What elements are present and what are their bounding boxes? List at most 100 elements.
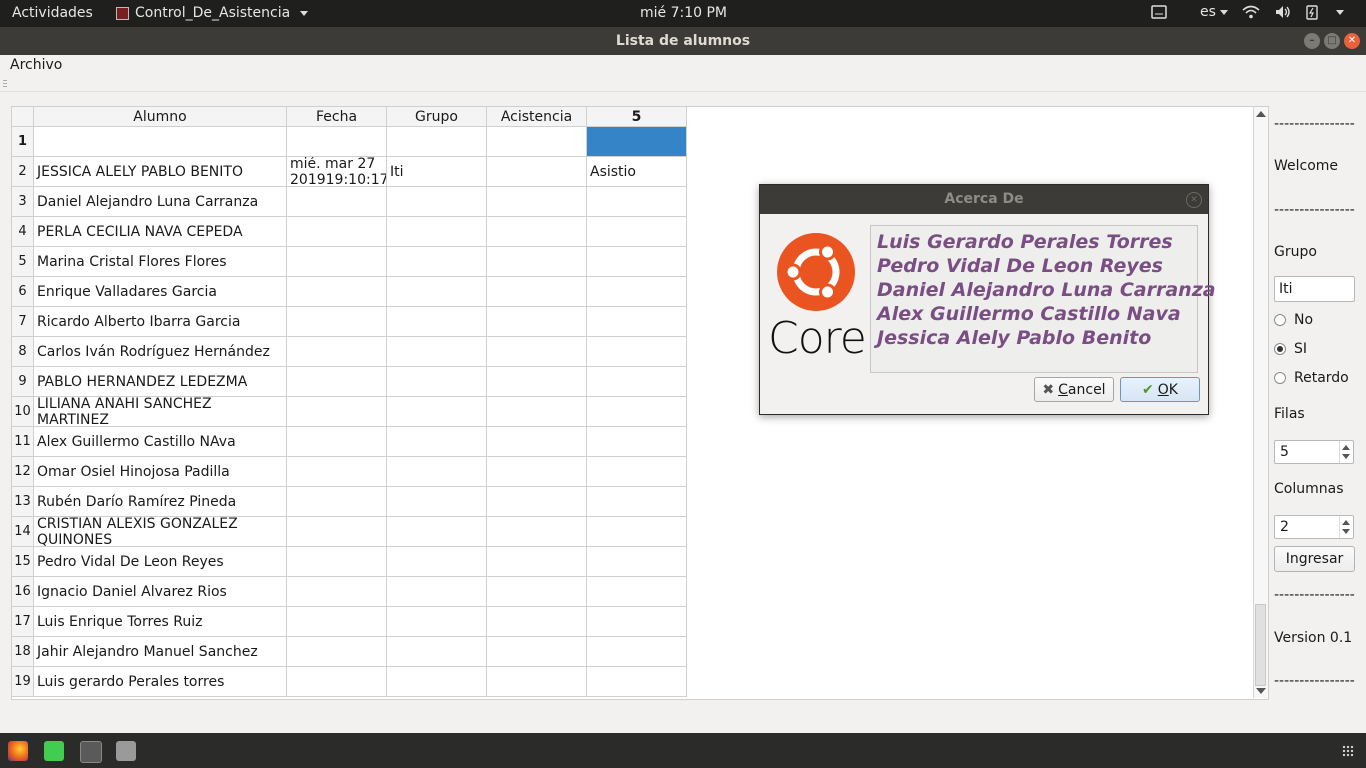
cell-fecha[interactable] bbox=[287, 307, 387, 337]
cell-grupo[interactable] bbox=[387, 217, 487, 247]
cell-fecha[interactable] bbox=[287, 487, 387, 517]
table-row[interactable]: 15 Pedro Vidal De Leon Reyes bbox=[12, 547, 688, 577]
row-header[interactable]: 13 bbox=[12, 487, 34, 517]
cell-fecha[interactable] bbox=[287, 367, 387, 397]
row-header[interactable]: 11 bbox=[12, 427, 34, 457]
cell-grupo[interactable] bbox=[387, 247, 487, 277]
radio-retardo[interactable]: Retardo bbox=[1274, 370, 1349, 386]
cell-acistencia[interactable] bbox=[487, 577, 587, 607]
table-row[interactable]: 9 PABLO HERNANDEZ LEDEZMA bbox=[12, 367, 688, 397]
cell-fecha[interactable] bbox=[287, 427, 387, 457]
qt-creator-icon[interactable] bbox=[44, 741, 64, 761]
row-header[interactable]: 18 bbox=[12, 637, 34, 667]
close-icon[interactable]: ✕ bbox=[1344, 33, 1360, 49]
header-fecha[interactable]: Fecha bbox=[287, 107, 387, 127]
cell-alumno[interactable] bbox=[34, 127, 287, 157]
scroll-down-icon[interactable] bbox=[1256, 688, 1266, 694]
system-menu-chevron-icon[interactable] bbox=[1335, 9, 1344, 15]
clock[interactable]: mié 7:10 PM bbox=[640, 5, 727, 21]
cell-alumno[interactable]: Marina Cristal Flores Flores bbox=[34, 247, 287, 277]
cell-acistencia[interactable] bbox=[487, 427, 587, 457]
grupo-input[interactable]: Iti bbox=[1274, 276, 1355, 302]
cell-alumno[interactable]: Omar Osiel Hinojosa Padilla bbox=[34, 457, 287, 487]
cell-grupo[interactable] bbox=[387, 607, 487, 637]
cell-fecha[interactable] bbox=[287, 547, 387, 577]
cell-col-5[interactable] bbox=[587, 307, 687, 337]
table-row[interactable]: 4 PERLA CECILIA NAVA CEPEDA bbox=[12, 217, 688, 247]
row-header[interactable]: 15 bbox=[12, 547, 34, 577]
app-menu[interactable]: Control_De_Asistencia bbox=[116, 5, 309, 21]
radio-si[interactable]: SI bbox=[1274, 341, 1307, 357]
cell-acistencia[interactable] bbox=[487, 337, 587, 367]
files-icon[interactable] bbox=[116, 741, 136, 761]
wifi-icon[interactable] bbox=[1242, 4, 1260, 20]
scroll-up-icon[interactable] bbox=[1256, 111, 1266, 117]
table-row[interactable]: 5 Marina Cristal Flores Flores bbox=[12, 247, 688, 277]
cell-grupo[interactable] bbox=[387, 487, 487, 517]
cell-alumno[interactable]: Ignacio Daniel Alvarez Rios bbox=[34, 577, 287, 607]
row-header[interactable]: 4 bbox=[12, 217, 34, 247]
cell-alumno[interactable]: Jahir Alejandro Manuel Sanchez bbox=[34, 637, 287, 667]
dialog-close-icon[interactable]: ✕ bbox=[1186, 192, 1202, 208]
cell-fecha[interactable] bbox=[287, 577, 387, 607]
cell-col-5[interactable] bbox=[587, 367, 687, 397]
minimize-icon[interactable]: – bbox=[1304, 33, 1320, 49]
cell-fecha[interactable] bbox=[287, 277, 387, 307]
cell-col-5[interactable] bbox=[587, 577, 687, 607]
cell-alumno[interactable]: Carlos Iván Rodríguez Hernández bbox=[34, 337, 287, 367]
spin-down-icon[interactable] bbox=[1342, 529, 1350, 534]
row-header[interactable]: 2 bbox=[12, 157, 34, 187]
radio-button[interactable] bbox=[1274, 372, 1286, 384]
table-corner[interactable] bbox=[12, 107, 34, 127]
row-header[interactable]: 3 bbox=[12, 187, 34, 217]
battery-icon[interactable] bbox=[1306, 4, 1318, 20]
row-header[interactable]: 6 bbox=[12, 277, 34, 307]
cell-col-5[interactable] bbox=[587, 397, 687, 427]
filas-spinbox[interactable]: 5 bbox=[1274, 440, 1354, 464]
cell-alumno[interactable]: Daniel Alejandro Luna Carranza bbox=[34, 187, 287, 217]
cell-fecha[interactable] bbox=[287, 127, 387, 157]
cell-alumno[interactable]: Pedro Vidal De Leon Reyes bbox=[34, 547, 287, 577]
row-header[interactable]: 1 bbox=[12, 127, 34, 157]
table-row[interactable]: 3 Daniel Alejandro Luna Carranza bbox=[12, 187, 688, 217]
activities-button[interactable]: Actividades bbox=[12, 5, 93, 21]
cell-col-5[interactable] bbox=[587, 457, 687, 487]
cell-fecha[interactable] bbox=[287, 247, 387, 277]
cell-col-5[interactable] bbox=[587, 127, 687, 157]
cell-acistencia[interactable] bbox=[487, 397, 587, 427]
header-col-5[interactable]: 5 bbox=[587, 107, 687, 127]
cell-col-5[interactable] bbox=[587, 607, 687, 637]
cell-acistencia[interactable] bbox=[487, 547, 587, 577]
cell-col-5[interactable] bbox=[587, 487, 687, 517]
cell-alumno[interactable]: Luis gerardo Perales torres bbox=[34, 667, 287, 697]
table-row[interactable]: 12 Omar Osiel Hinojosa Padilla bbox=[12, 457, 688, 487]
cell-col-5[interactable] bbox=[587, 427, 687, 457]
menu-archivo[interactable]: Archivo bbox=[10, 57, 62, 73]
cell-col-5[interactable] bbox=[587, 517, 687, 547]
cell-col-5[interactable] bbox=[587, 217, 687, 247]
cell-fecha[interactable] bbox=[287, 667, 387, 697]
cell-col-5[interactable] bbox=[587, 277, 687, 307]
row-header[interactable]: 14 bbox=[12, 517, 34, 547]
table-row[interactable]: 6 Enrique Valladares Garcia bbox=[12, 277, 688, 307]
control-asistencia-icon[interactable] bbox=[80, 741, 102, 763]
cell-fecha[interactable] bbox=[287, 187, 387, 217]
cell-alumno[interactable]: Enrique Valladares Garcia bbox=[34, 277, 287, 307]
credits-box[interactable]: Luis Gerardo Perales Torres Pedro Vidal … bbox=[870, 225, 1216, 373]
spin-down-icon[interactable] bbox=[1342, 454, 1350, 459]
cell-alumno[interactable]: JESSICA ALELY PABLO BENITO bbox=[34, 157, 287, 187]
cell-col-5[interactable] bbox=[587, 337, 687, 367]
cell-alumno[interactable]: Alex Guillermo Castillo NAva bbox=[34, 427, 287, 457]
row-header[interactable]: 9 bbox=[12, 367, 34, 397]
spin-up-icon[interactable] bbox=[1342, 520, 1350, 525]
cell-grupo[interactable] bbox=[387, 187, 487, 217]
cancel-button[interactable]: ✖ Cancel bbox=[1034, 377, 1114, 402]
cell-grupo[interactable] bbox=[387, 457, 487, 487]
columnas-spinbox[interactable]: 2 bbox=[1274, 515, 1354, 539]
language-indicator[interactable]: es bbox=[1200, 4, 1228, 20]
table-row[interactable]: 10 LILIANA ANAHI SANCHEZ MARTINEZ bbox=[12, 397, 688, 427]
table-row[interactable]: 8 Carlos Iván Rodríguez Hernández bbox=[12, 337, 688, 367]
maximize-icon[interactable]: □ bbox=[1324, 33, 1340, 49]
cell-col-5[interactable] bbox=[587, 247, 687, 277]
row-header[interactable]: 5 bbox=[12, 247, 34, 277]
